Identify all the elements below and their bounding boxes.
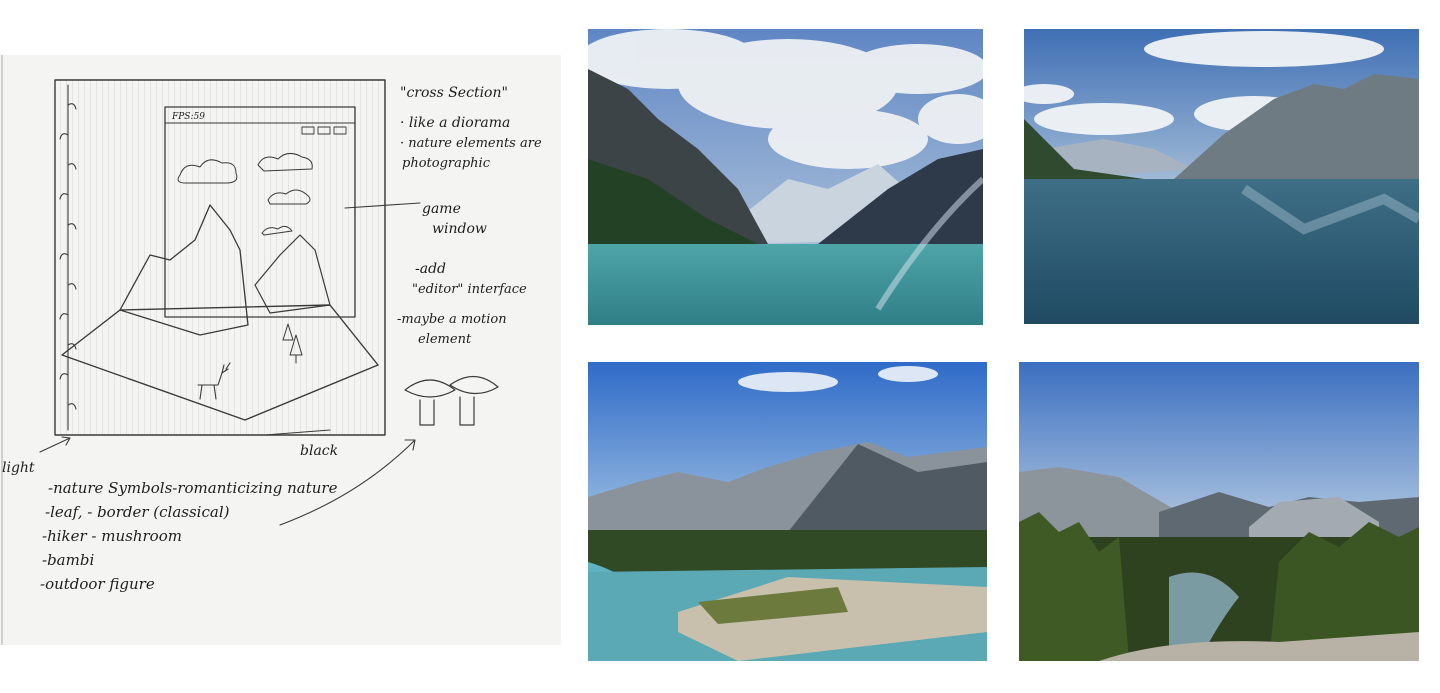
note-editor-interface: "editor" interface — [412, 282, 527, 297]
list-item: -outdoor figure — [40, 575, 155, 593]
note-diorama: · like a diorama — [400, 115, 510, 131]
fps-label: FPS:59 — [171, 112, 205, 122]
photo-forest-overlook — [1019, 362, 1419, 661]
note-motion: -maybe a motion — [397, 312, 507, 327]
list-item: -nature Symbols-romanticizing nature — [48, 479, 338, 497]
list-item: -leaf, - border (classical) — [45, 503, 230, 521]
frame-hatching — [55, 80, 385, 435]
photo-river-valley — [588, 362, 987, 661]
label-light: light — [2, 460, 35, 476]
note-nature-photo: · nature elements are — [400, 136, 542, 151]
mushroom-doodle — [404, 375, 499, 426]
note-cross-section: "cross Section" — [400, 85, 508, 101]
lake-louise-scene — [588, 29, 983, 325]
river-valley-scene — [588, 362, 987, 661]
note-game: game — [422, 201, 461, 217]
light-arrow — [39, 436, 71, 453]
photo-lake-louise — [588, 29, 983, 325]
list-item: -bambi — [42, 551, 94, 569]
note-element: element — [418, 332, 472, 347]
note-add: -add — [415, 261, 446, 277]
sketch-image: FPS:59 "cross Section" · like a diorama … — [0, 55, 561, 645]
sketch-drawing: FPS:59 "cross Section" · like a diorama … — [1, 55, 542, 645]
lake-minnewanka-scene — [1024, 29, 1419, 324]
note-window: window — [432, 221, 487, 237]
note-photographic: photographic — [402, 156, 491, 171]
list-item: -hiker - mushroom — [42, 527, 182, 545]
forest-overlook-scene — [1019, 362, 1419, 661]
photo-lake-minnewanka — [1024, 29, 1419, 324]
label-black: black — [300, 443, 338, 459]
